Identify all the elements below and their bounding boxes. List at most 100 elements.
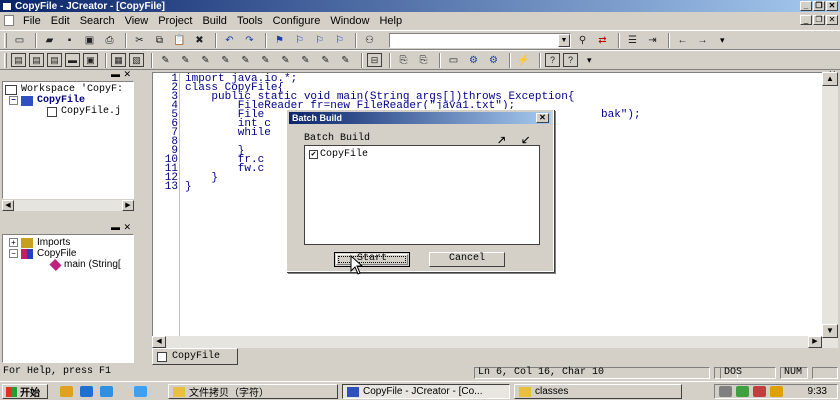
toolbar-grip[interactable] [4,32,7,48]
doc-minimize-button[interactable]: _ [800,15,812,25]
antivirus-icon[interactable] [753,386,766,397]
checkbox-checked-icon[interactable]: ✔ [309,150,318,159]
collapse-icon[interactable]: − [9,96,18,105]
scroll-right-arrow-icon[interactable]: ▶ [808,336,822,348]
workspace-tree[interactable]: Workspace 'CopyF: − CopyFile CopyFile.j [2,81,134,199]
tree-item-method[interactable]: main (String[ [49,258,121,271]
doc-close-button[interactable]: ✕ [826,15,838,25]
workspace-panel-header[interactable]: ▬ ✕ [2,69,134,80]
help-contents-icon[interactable]: ? [545,53,560,67]
scroll-down-arrow-icon[interactable]: ▼ [822,324,838,338]
taskbar-item-classes[interactable]: classes [514,384,682,399]
macro-5-icon[interactable]: ✎ [237,52,254,68]
scroll-up-arrow-icon[interactable]: ▲ [822,72,838,86]
macro-7-icon[interactable]: ✎ [277,52,294,68]
undo-icon[interactable]: ↶ [221,32,238,48]
taskbar-item-folder[interactable]: 文件拷贝（字符） [168,384,338,399]
start-button[interactable]: Start [334,252,410,267]
macro-8-icon[interactable]: ✎ [297,52,314,68]
debug-icon[interactable]: ▭ [445,52,462,68]
menu-window[interactable]: Window [325,15,374,27]
cancel-button[interactable]: Cancel [429,252,505,267]
menu-build[interactable]: Build [197,15,231,27]
find-in-files-icon[interactable]: ⚲ [574,32,591,48]
save-all-icon[interactable]: ▣ [81,32,98,48]
quicklaunch-ie-icon[interactable] [80,386,93,397]
open-folder-icon[interactable]: ▰ [41,32,58,48]
scroll-left-arrow-icon[interactable]: ◀ [152,336,166,348]
tree-item-workspace[interactable]: Workspace 'CopyF: [5,84,123,95]
taskbar-item-jcreator[interactable]: CopyFile - JCreator - [Co... [342,384,510,399]
close-button[interactable]: ✕ [826,1,838,11]
tree-item-class[interactable]: − CopyFile [9,248,76,259]
tree-item-imports[interactable]: + Imports [9,237,70,248]
bookmark-toggle-icon[interactable]: ⚑ [271,32,288,48]
view-console-icon[interactable]: ▬ [65,53,80,67]
forward-arrow-icon[interactable]: → [694,32,711,48]
panel-pin-icon[interactable]: ▬ [111,69,120,79]
bookmark-clear-icon[interactable]: ⚐ [331,32,348,48]
workspace-hscroll[interactable]: ◀ ▶ [2,200,134,211]
menu-file[interactable]: File [18,15,46,27]
bookmark-prev-icon[interactable]: ⚐ [311,32,328,48]
document-icon[interactable] [4,15,14,26]
paste-icon[interactable]: 📋 [171,32,188,48]
compile-file-icon[interactable]: ⎘ [395,52,412,68]
scroll-left-arrow-icon[interactable]: ◀ [2,200,14,211]
macro-3-icon[interactable]: ✎ [197,52,214,68]
quicklaunch-media-icon[interactable] [134,386,147,397]
view-workspace-icon[interactable]: ▤ [11,53,26,67]
macro-9-icon[interactable]: ✎ [317,52,334,68]
copy-icon[interactable]: ⧉ [151,32,168,48]
panel-pin-icon[interactable]: ▬ [111,222,120,232]
menu-project[interactable]: Project [153,15,197,27]
build-project-list[interactable]: ✔ CopyFile [304,145,540,245]
redo-icon[interactable]: ↷ [241,32,258,48]
menu-help[interactable]: Help [374,15,407,27]
run-icon[interactable]: ⚙ [465,52,482,68]
bookmark-next-icon[interactable]: ⚐ [291,32,308,48]
restore-button[interactable]: ❐ [813,1,825,11]
print-icon[interactable]: ⎙ [101,32,118,48]
minimize-button[interactable]: _ [800,1,812,11]
cut-icon[interactable]: ✂ [131,32,148,48]
keyboard-icon[interactable] [719,386,732,397]
dialog-close-button[interactable]: ✕ [536,113,549,123]
find-combo-dropdown[interactable]: ▼ [558,33,570,47]
menu-configure[interactable]: Configure [268,15,326,27]
start-button[interactable]: 开始 [2,384,48,399]
toolbar-grip[interactable] [4,52,7,68]
menu-edit[interactable]: Edit [46,15,75,27]
new-file-icon[interactable]: ▭ [11,32,28,48]
help-context-icon[interactable]: ? [563,53,578,67]
tab-copyfile[interactable]: CopyFile [152,348,238,365]
menu-tools[interactable]: Tools [232,15,268,27]
goto-line-icon[interactable]: ☰ [624,32,641,48]
indent-icon[interactable]: ⇥ [644,32,661,48]
macro-6-icon[interactable]: ✎ [257,52,274,68]
macro-1-icon[interactable]: ✎ [157,52,174,68]
package-tree[interactable]: + Imports − CopyFile main (String[ [2,234,134,363]
save-icon[interactable]: ▪ [61,32,78,48]
doc-restore-button[interactable]: ❐ [813,15,825,25]
view-output-icon[interactable]: ▤ [47,53,62,67]
toolbar-overflow-icon[interactable]: ▾ [720,35,725,46]
expand-icon[interactable]: + [9,238,18,247]
stop-icon[interactable]: ⚡ [515,52,532,68]
collapse-icon[interactable]: − [9,249,18,258]
window-cascade-icon[interactable]: ▧ [129,53,144,67]
tree-item-file[interactable]: CopyFile.j [47,106,121,117]
menu-view[interactable]: View [120,15,154,27]
quicklaunch-desktop-icon[interactable] [60,386,73,397]
panel-close-icon[interactable]: ✕ [123,222,131,232]
view-browser-icon[interactable]: ▣ [83,53,98,67]
panel-close-icon[interactable]: ✕ [123,69,131,79]
tree-item-project[interactable]: − CopyFile [9,95,85,106]
batch-build-icon[interactable]: ⊟ [367,53,382,67]
editor-vscroll[interactable]: ▲ ▼ [822,72,838,348]
delete-icon[interactable]: ✖ [191,32,208,48]
view-packages-icon[interactable]: ▤ [29,53,44,67]
volume-icon[interactable] [770,386,783,397]
replace-icon[interactable]: ⇄ [594,32,611,48]
clock[interactable]: 9:33 [808,386,827,397]
